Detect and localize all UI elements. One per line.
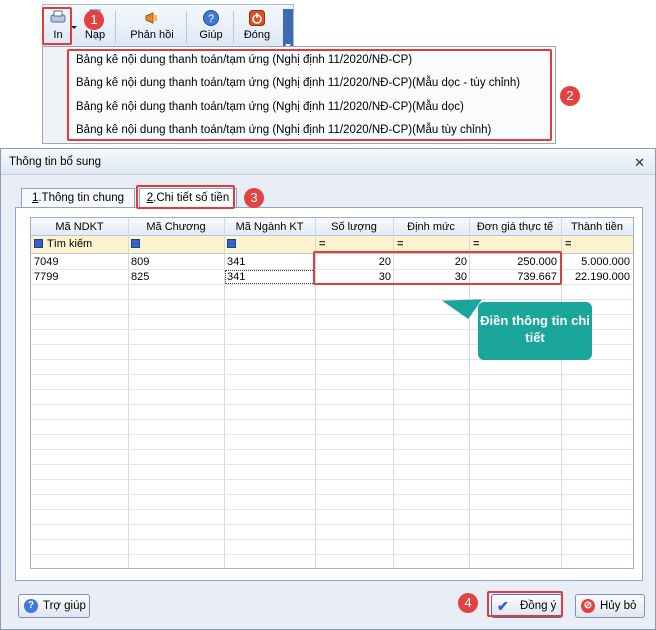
grid-row-line xyxy=(31,389,633,390)
filter-cell[interactable]: = xyxy=(561,236,633,253)
additional-info-dialog: Thông tin bổ sung ✕ 1.Thông tin chung 2.… xyxy=(0,148,656,630)
help-button-label: Trợ giúp xyxy=(43,600,86,612)
feedback-label: Phản hồi xyxy=(130,29,174,41)
filter-cell[interactable] xyxy=(224,236,315,253)
step-badge: 2 xyxy=(560,86,580,106)
col-header[interactable]: Định mức xyxy=(393,218,469,236)
highlight-tab xyxy=(136,185,235,209)
megaphone-icon xyxy=(145,12,157,24)
col-header[interactable]: Đơn giá thực tế xyxy=(469,218,561,236)
highlight-print xyxy=(42,7,72,45)
toolbar-separator xyxy=(233,11,234,43)
help-toolbar-button[interactable]: ? Giúp xyxy=(193,7,229,47)
tab-general-label: .Thông tin chung xyxy=(38,192,125,204)
svg-text:?: ? xyxy=(208,13,214,25)
highlight-detail-cells xyxy=(313,251,562,285)
feedback-button[interactable]: Phản hồi xyxy=(123,7,181,47)
help-button[interactable]: ? Trợ giúp xyxy=(18,594,90,618)
grid-row-line xyxy=(31,479,633,480)
grid-row-line xyxy=(31,539,633,540)
col-header[interactable]: Mã NDKT xyxy=(31,218,128,236)
toolbar-separator xyxy=(186,11,187,43)
close-toolbar-label: Đóng xyxy=(243,29,271,41)
cell-amount: 5.000.000 xyxy=(581,256,630,268)
cell-ndkt[interactable]: 7799 xyxy=(34,270,124,284)
cell-amount: 22.190.000 xyxy=(574,271,630,283)
step-badge: 3 xyxy=(244,188,264,208)
main-toolbar: In Nạp Phản hồi ? Giúp Đóng xyxy=(42,4,294,53)
grid-row-line xyxy=(31,509,633,510)
cell-chuong[interactable]: 809 xyxy=(131,255,221,269)
tab-general-info[interactable]: 1.Thông tin chung xyxy=(21,188,135,208)
help-icon: ? xyxy=(203,10,219,26)
filter-cell[interactable]: Tìm kiếm xyxy=(31,236,128,253)
col-header[interactable]: Mã Chương xyxy=(128,218,224,236)
filter-icon xyxy=(131,239,140,248)
grid-row-line xyxy=(31,434,633,435)
filter-label: Tìm kiếm xyxy=(47,238,93,250)
toolbar-separator xyxy=(115,11,116,43)
cancel-button[interactable]: ⊘ Hủy bỏ xyxy=(575,594,645,618)
grid-row-line xyxy=(31,464,633,465)
dialog-title: Thông tin bổ sung xyxy=(9,156,102,168)
grid-row-line xyxy=(31,449,633,450)
grid-header: Mã NDKT Mã Chương Mã Ngành KT Số lượng Đ… xyxy=(31,218,633,236)
power-icon xyxy=(249,10,265,26)
dialog-titlebar: Thông tin bổ sung ✕ xyxy=(1,149,655,175)
grid-row-line xyxy=(31,404,633,405)
grid-row-line xyxy=(31,419,633,420)
help-toolbar-label: Giúp xyxy=(199,29,223,41)
grid-row-line xyxy=(31,524,633,525)
highlight-ok-button xyxy=(487,591,563,617)
col-header[interactable]: Thành tiền xyxy=(561,218,633,236)
equals-icon: = xyxy=(565,238,572,250)
cell-ndkt[interactable]: 7049 xyxy=(34,255,124,269)
cancel-button-label: Hủy bỏ xyxy=(600,600,637,612)
filter-icon xyxy=(34,239,43,248)
col-header[interactable]: Số lượng xyxy=(315,218,393,236)
close-toolbar-button[interactable]: Đóng xyxy=(239,7,275,47)
cell-chuong[interactable]: 825 xyxy=(131,270,221,284)
grid-row-line xyxy=(31,374,633,375)
step-badge: 1 xyxy=(84,10,104,30)
menu-icon-strip xyxy=(43,47,67,143)
close-icon[interactable]: ✕ xyxy=(634,155,645,171)
step-badge: 4 xyxy=(458,593,478,613)
filter-icon xyxy=(227,239,236,248)
grid-row-line xyxy=(31,299,633,300)
cancel-icon: ⊘ xyxy=(581,599,595,613)
highlight-print-menu xyxy=(67,49,552,141)
load-label: Nạp xyxy=(84,29,106,41)
cell-nganh[interactable]: 341 xyxy=(225,270,315,284)
grid-row-line xyxy=(31,554,633,555)
help-icon: ? xyxy=(24,599,38,613)
col-header[interactable]: Mã Ngành KT xyxy=(224,218,315,236)
instruction-callout: Điền thông tin chi tiết xyxy=(478,302,592,360)
filter-cell[interactable] xyxy=(128,236,224,253)
print-dropdown-arrow[interactable] xyxy=(71,7,79,47)
cell-nganh[interactable]: 341 xyxy=(227,255,313,269)
grid-row-line xyxy=(31,494,633,495)
